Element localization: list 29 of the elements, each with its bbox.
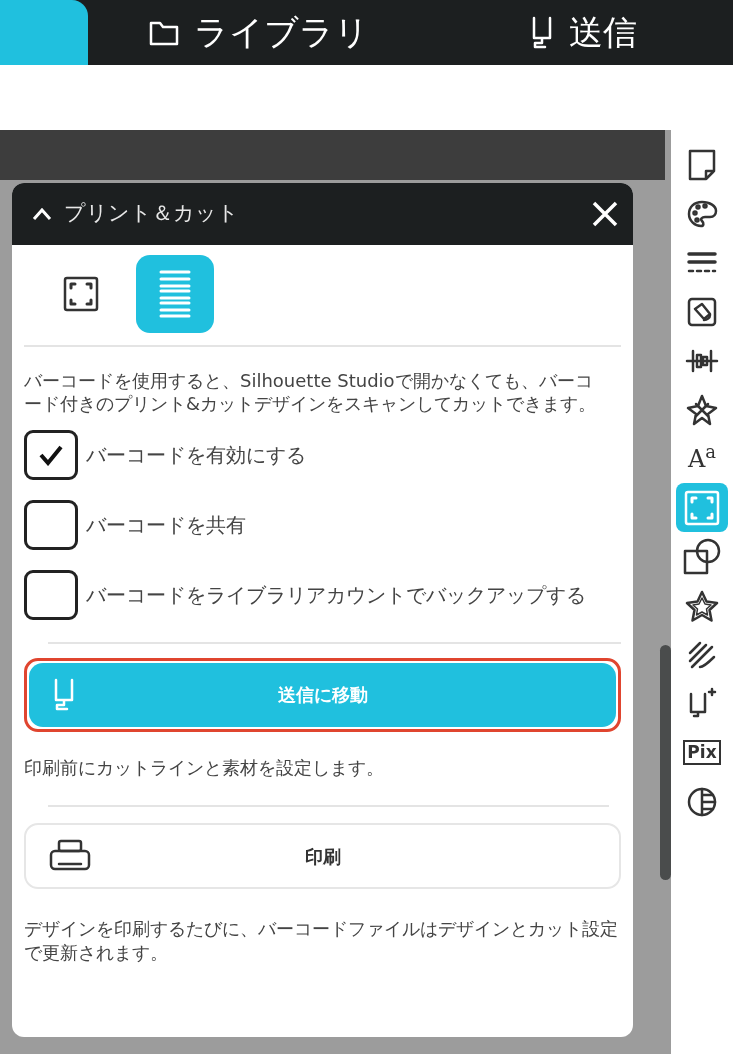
barcode-icon bbox=[158, 269, 192, 319]
barcode-description: バーコードを使用すると、Silhouette Studioで開かなくても、バーコード付きのプリント&カットデザインをスキャンしてカットできます。 bbox=[24, 369, 598, 416]
print-note: デザインを印刷するたびに、バーコードファイルはデザインとカット設定で更新されます。 bbox=[24, 917, 619, 964]
shapes-icon bbox=[682, 536, 722, 577]
send-note: 印刷前にカットラインと素材を設定します。 bbox=[24, 755, 385, 780]
scrollbar-thumb[interactable] bbox=[660, 645, 671, 880]
checkmark-icon bbox=[38, 443, 64, 466]
star-burst-icon bbox=[686, 393, 718, 426]
checkbox-label: バーコードを有効にする bbox=[86, 441, 306, 469]
checkbox-label: バーコードを共有 bbox=[86, 511, 246, 539]
checkbox-label: バーコードをライブラリアカウントでバックアップする bbox=[86, 581, 586, 609]
frame-icon bbox=[62, 275, 100, 313]
tab[interactable]: ライブラリ bbox=[148, 0, 369, 65]
panel-title: プリント＆カット bbox=[64, 200, 240, 228]
contrast-icon bbox=[686, 785, 718, 818]
star-icon bbox=[685, 589, 719, 622]
tab[interactable]: 送信 bbox=[529, 0, 637, 65]
palette-icon bbox=[686, 198, 718, 229]
page-icon bbox=[687, 147, 717, 182]
tool-button[interactable]: A$^{a}$ bbox=[676, 434, 728, 483]
frame-icon bbox=[683, 488, 721, 527]
close-icon[interactable] bbox=[591, 200, 619, 228]
fill-icon bbox=[686, 295, 718, 328]
checkbox[interactable] bbox=[24, 429, 78, 480]
collapse-icon[interactable] bbox=[32, 207, 52, 221]
print-button[interactable]: 印刷 bbox=[24, 823, 621, 890]
tool-button[interactable]: Pix bbox=[676, 728, 728, 777]
checkbox[interactable] bbox=[24, 569, 78, 620]
checkbox[interactable] bbox=[24, 499, 78, 550]
